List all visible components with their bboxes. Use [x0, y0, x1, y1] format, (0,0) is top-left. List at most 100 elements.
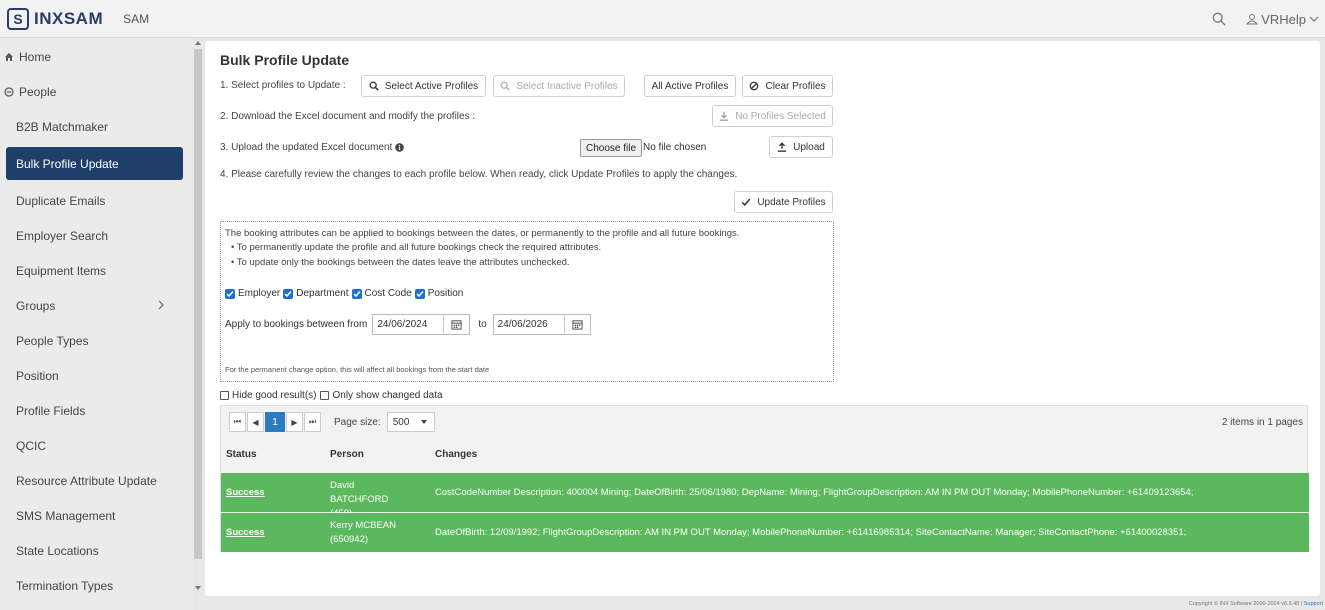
sidebar-scrollbar[interactable] — [193, 39, 203, 610]
cost-code-checkbox[interactable] — [351, 288, 362, 299]
sidebar: Home People B2B Matchmaker Bulk Profile Upd… — [0, 39, 193, 610]
step-1-label: 1. Select profiles to Update : — [220, 80, 346, 91]
select-active-profiles-button[interactable]: Select Active Profiles — [361, 75, 486, 97]
last-page-button[interactable]: ⏭ — [304, 412, 321, 432]
column-header-changes[interactable]: Changes — [435, 449, 477, 460]
sidebar-item-b2b-matchmaker[interactable]: B2B Matchmaker — [0, 109, 193, 144]
sidebar-item-people-types[interactable]: People Types — [0, 323, 193, 358]
sidebar-item-resource-attribute-update[interactable]: Resource Attribute Update — [0, 463, 193, 498]
page-number-button[interactable]: 1 — [265, 412, 285, 432]
sidebar-item-state-locations[interactable]: State Locations — [0, 533, 193, 568]
date-to-input[interactable]: 24/06/2026 — [492, 314, 591, 335]
footnote: For the permanent change option, this wi… — [225, 365, 490, 374]
first-page-button[interactable]: ⏮ — [229, 412, 246, 432]
prev-page-button[interactable]: ◀ — [247, 412, 264, 432]
status-link[interactable]: Success — [226, 527, 265, 538]
hide-good-results-checkbox[interactable] — [220, 391, 229, 400]
update-profiles-button[interactable]: Update Profiles — [734, 191, 833, 213]
employer-checkbox[interactable] — [225, 288, 235, 299]
search-icon[interactable] — [1212, 12, 1226, 26]
sidebar-item-label: QCIC — [16, 438, 46, 453]
page-size-value: 500 — [392, 416, 410, 428]
column-header-person[interactable]: Person — [330, 449, 364, 460]
person-cell: Kerry MCBEAN (650942) — [330, 519, 410, 547]
date-range-row: Apply to bookings between from 24/06/202… — [225, 314, 591, 335]
sidebar-item-groups[interactable]: Groups — [0, 288, 193, 323]
all-active-profiles-button[interactable]: All Active Profiles — [644, 75, 736, 97]
step-4-label: 4. Please carefully review the changes t… — [220, 169, 738, 180]
sidebar-item-label: People Types — [16, 333, 89, 348]
sidebar-item-equipment-items[interactable]: Equipment Items — [0, 253, 193, 288]
info-icon[interactable] — [395, 143, 405, 152]
support-link[interactable]: Support — [1304, 601, 1323, 607]
sidebar-item-duplicate-emails[interactable]: Duplicate Emails — [0, 183, 193, 218]
file-status: No file chosen — [643, 142, 707, 153]
no-profiles-selected-button[interactable]: No Profiles Selected — [712, 105, 833, 127]
chevron-down-icon[interactable] — [1309, 14, 1319, 24]
calendar-icon[interactable] — [443, 315, 469, 334]
home-icon — [5, 52, 13, 61]
choose-file-button[interactable]: Choose file — [580, 139, 643, 157]
clear-profiles-button[interactable]: Clear Profiles — [742, 75, 833, 97]
sidebar-item-sms-management[interactable]: SMS Management — [0, 498, 193, 533]
page-title: Bulk Profile Update — [220, 52, 350, 68]
column-header-status[interactable]: Status — [226, 449, 257, 460]
position-checkbox[interactable] — [414, 288, 425, 299]
sidebar-item-people[interactable]: People — [0, 74, 193, 109]
sidebar-item-position[interactable]: Position — [0, 358, 193, 393]
page-size-select[interactable]: 500 — [386, 412, 435, 432]
copyright: Copyright © INX Software 2000-2024 v6.3.… — [1189, 601, 1323, 607]
sidebar-item-bulk-profile-update[interactable]: Bulk Profile Update — [6, 147, 183, 180]
sidebar-item-label: SMS Management — [16, 508, 116, 523]
changes-cell: CostCodeNumber Description: 400004 Minin… — [435, 487, 1194, 498]
filter-row: Hide good result(s) Only show changed da… — [220, 390, 443, 401]
user-icon — [1246, 14, 1259, 25]
step-3-row: 3. Upload the updated Excel document — [220, 142, 405, 153]
sidebar-item-profile-fields[interactable]: Profile Fields — [0, 393, 193, 428]
date-from-input[interactable]: 24/06/2024 — [372, 314, 471, 335]
minus-circle-icon — [4, 86, 14, 97]
sidebar-item-home[interactable]: Home — [0, 39, 193, 74]
upload-label: Upload — [793, 141, 825, 153]
sidebar-item-label: Bulk Profile Update — [16, 156, 119, 171]
info-text: The booking attributes can be applied to… — [225, 228, 740, 239]
calendar-icon[interactable] — [563, 315, 590, 334]
person-name: David BATCHFORD — [330, 480, 389, 505]
check-icon — [742, 198, 751, 207]
main-panel: Bulk Profile Update 1. Select profiles t… — [205, 41, 1320, 596]
sidebar-item-termination-types[interactable]: Termination Types — [0, 568, 193, 603]
sidebar-item-label: Home — [19, 49, 52, 64]
sidebar-item-label: Profile Fields — [16, 403, 86, 418]
status-link[interactable]: Success — [226, 487, 265, 498]
next-page-button[interactable]: ▶ — [286, 412, 303, 432]
hide-good-results-label: Hide good result(s) — [232, 390, 317, 401]
sidebar-item-label: Duplicate Emails — [16, 193, 106, 208]
user-menu[interactable]: VRHelp — [1261, 12, 1306, 27]
sidebar-item-label: Employer Search — [16, 228, 109, 243]
upload-button[interactable]: Upload — [769, 136, 833, 158]
sidebar-item-label: State Locations — [16, 543, 99, 558]
ban-icon — [750, 81, 759, 91]
select-active-profiles-label: Select Active Profiles — [384, 80, 479, 92]
info-bullet-2: • To update only the bookings between th… — [231, 257, 570, 268]
table-row: Success David BATCHFORD (459) CostCodeNu… — [221, 473, 1309, 519]
sidebar-item-employer-search[interactable]: Employer Search — [0, 218, 193, 253]
scroll-thumb[interactable] — [194, 49, 202, 559]
scroll-up-arrow[interactable] — [195, 41, 201, 45]
booking-attributes-panel: The booking attributes can be applied to… — [220, 221, 834, 382]
sidebar-item-qcic[interactable]: QCIC — [0, 428, 193, 463]
sidebar-item-label: People — [19, 84, 57, 99]
copyright-text: Copyright © INX Software 2000-2024 v6.3.… — [1188, 601, 1303, 607]
info-bullet-1: • To permanently update the profile and … — [231, 242, 602, 253]
scroll-down-arrow[interactable] — [195, 586, 201, 590]
department-checkbox[interactable] — [283, 288, 294, 299]
select-inactive-profiles-button[interactable]: Select Inactive Profiles — [493, 75, 625, 97]
cost-code-checkbox-label: Cost Code — [364, 288, 412, 299]
chevron-right-icon — [158, 300, 164, 310]
changes-cell: DateOfBirth: 12/09/1992; FlightGroupDesc… — [435, 527, 1187, 538]
step-2-label: 2. Download the Excel document and modif… — [220, 111, 476, 122]
only-changed-checkbox[interactable] — [320, 391, 330, 400]
logo[interactable]: S INXSAM — [7, 7, 103, 30]
clear-profiles-label: Clear Profiles — [765, 80, 826, 92]
select-inactive-profiles-label: Select Inactive Profiles — [516, 80, 618, 92]
